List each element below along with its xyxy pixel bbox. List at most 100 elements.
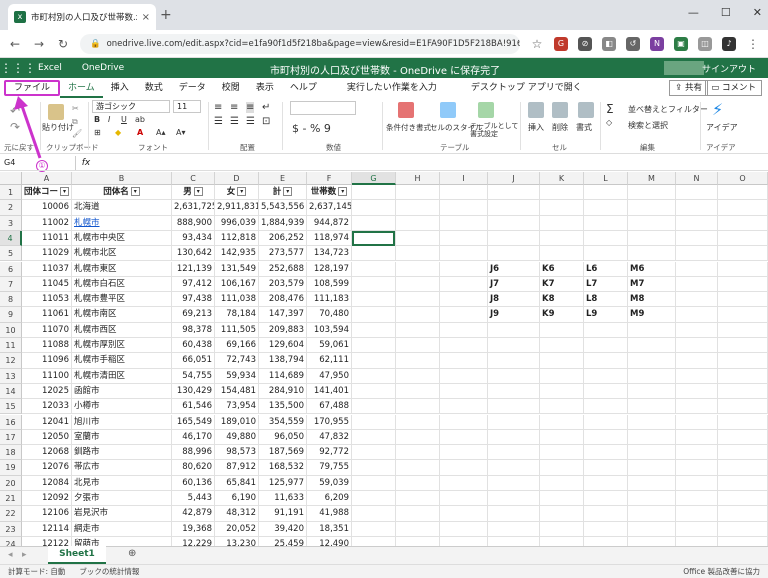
- cell[interactable]: [676, 353, 718, 369]
- cell[interactable]: [440, 276, 488, 293]
- cell[interactable]: 12068: [22, 445, 72, 461]
- cell[interactable]: 130,642: [172, 246, 215, 262]
- cell[interactable]: 5,443: [172, 491, 215, 507]
- cell[interactable]: [488, 414, 540, 430]
- cell[interactable]: [488, 399, 540, 415]
- cell[interactable]: [352, 307, 396, 323]
- row-header[interactable]: 8: [0, 292, 22, 308]
- cell[interactable]: [488, 475, 540, 491]
- cell[interactable]: [628, 429, 676, 446]
- cell[interactable]: [584, 215, 628, 231]
- column-header-l[interactable]: L: [584, 172, 628, 185]
- feedback-link[interactable]: Office 製品改善に協力: [683, 566, 760, 577]
- row-header[interactable]: 14: [0, 383, 22, 400]
- cell[interactable]: [628, 506, 676, 522]
- cell[interactable]: [676, 246, 718, 262]
- cell[interactable]: [352, 460, 396, 476]
- cell[interactable]: 46,170: [172, 429, 215, 446]
- column-header-m[interactable]: M: [628, 172, 676, 185]
- cell[interactable]: 42,879: [172, 506, 215, 522]
- cell[interactable]: [540, 215, 584, 231]
- cell[interactable]: [488, 445, 540, 461]
- column-header-i[interactable]: I: [440, 172, 488, 185]
- cell[interactable]: M6: [628, 261, 676, 277]
- cell[interactable]: 19,368: [172, 521, 215, 537]
- cell[interactable]: 12041: [22, 414, 72, 430]
- cell[interactable]: [488, 246, 540, 262]
- cell[interactable]: [676, 307, 718, 323]
- cell[interactable]: [352, 445, 396, 461]
- cell[interactable]: [718, 445, 768, 461]
- cell[interactable]: 91,191: [259, 506, 307, 522]
- cell[interactable]: 59,039: [307, 475, 352, 491]
- cell[interactable]: [676, 491, 718, 507]
- cell[interactable]: [396, 353, 440, 369]
- cell[interactable]: 釧路市: [72, 445, 172, 461]
- cell[interactable]: [540, 521, 584, 537]
- cell[interactable]: [440, 292, 488, 308]
- cell[interactable]: 87,912: [215, 460, 259, 476]
- cell[interactable]: [440, 383, 488, 400]
- cell[interactable]: [628, 399, 676, 415]
- cell[interactable]: [676, 338, 718, 354]
- cell[interactable]: 111,183: [307, 292, 352, 308]
- cell[interactable]: M7: [628, 276, 676, 293]
- cell[interactable]: 11002: [22, 215, 72, 231]
- cell[interactable]: [440, 200, 488, 216]
- cell[interactable]: [584, 230, 628, 247]
- cell[interactable]: 岩見沢市: [72, 506, 172, 522]
- cell[interactable]: [584, 353, 628, 369]
- cell[interactable]: 97,438: [172, 292, 215, 308]
- cell[interactable]: 11088: [22, 338, 72, 354]
- cell[interactable]: [584, 445, 628, 461]
- cell[interactable]: [584, 475, 628, 491]
- cell[interactable]: [540, 491, 584, 507]
- cell[interactable]: [628, 338, 676, 354]
- workbook-stats[interactable]: ブックの統計情報: [79, 566, 139, 577]
- cell[interactable]: [396, 230, 440, 247]
- cell[interactable]: 141,401: [307, 383, 352, 400]
- cell[interactable]: [396, 368, 440, 384]
- cell[interactable]: [540, 475, 584, 491]
- cell[interactable]: 60,438: [172, 338, 215, 354]
- cell[interactable]: 11061: [22, 307, 72, 323]
- cell[interactable]: [440, 246, 488, 262]
- cell[interactable]: M8: [628, 292, 676, 308]
- cell[interactable]: [718, 414, 768, 430]
- cell[interactable]: K6: [540, 261, 584, 277]
- cell[interactable]: 80,620: [172, 460, 215, 476]
- cell[interactable]: 函館市: [72, 383, 172, 400]
- cell[interactable]: 11037: [22, 261, 72, 277]
- cell[interactable]: [488, 230, 540, 247]
- cell[interactable]: 47,950: [307, 368, 352, 384]
- cell[interactable]: [628, 230, 676, 247]
- row-header[interactable]: 15: [0, 399, 22, 415]
- cell[interactable]: 189,010: [215, 414, 259, 430]
- cell[interactable]: 125,977: [259, 475, 307, 491]
- cell[interactable]: 165,549: [172, 414, 215, 430]
- cell[interactable]: [488, 506, 540, 522]
- cell[interactable]: [488, 460, 540, 476]
- cell[interactable]: [718, 322, 768, 338]
- cell[interactable]: K8: [540, 292, 584, 308]
- cell[interactable]: [396, 215, 440, 231]
- cell[interactable]: 小樽市: [72, 399, 172, 415]
- cell[interactable]: 98,378: [172, 322, 215, 338]
- cell[interactable]: [718, 506, 768, 522]
- row-header[interactable]: 2: [0, 200, 22, 216]
- cell[interactable]: 118,974: [307, 230, 352, 247]
- cell[interactable]: 札幌市: [72, 215, 172, 231]
- cell[interactable]: [488, 353, 540, 369]
- cell[interactable]: [676, 475, 718, 491]
- cell[interactable]: 2,631,725: [172, 200, 215, 216]
- cell[interactable]: 札幌市中央区: [72, 230, 172, 247]
- cell[interactable]: 168,532: [259, 460, 307, 476]
- cell[interactable]: M9: [628, 307, 676, 323]
- cell[interactable]: [628, 322, 676, 338]
- filter-dropdown-icon[interactable]: ▾: [60, 187, 70, 196]
- cell[interactable]: 121,139: [172, 261, 215, 277]
- cell[interactable]: 72,743: [215, 353, 259, 369]
- cell[interactable]: [352, 506, 396, 522]
- row-header[interactable]: 11: [0, 338, 22, 354]
- column-header-h[interactable]: H: [396, 172, 440, 185]
